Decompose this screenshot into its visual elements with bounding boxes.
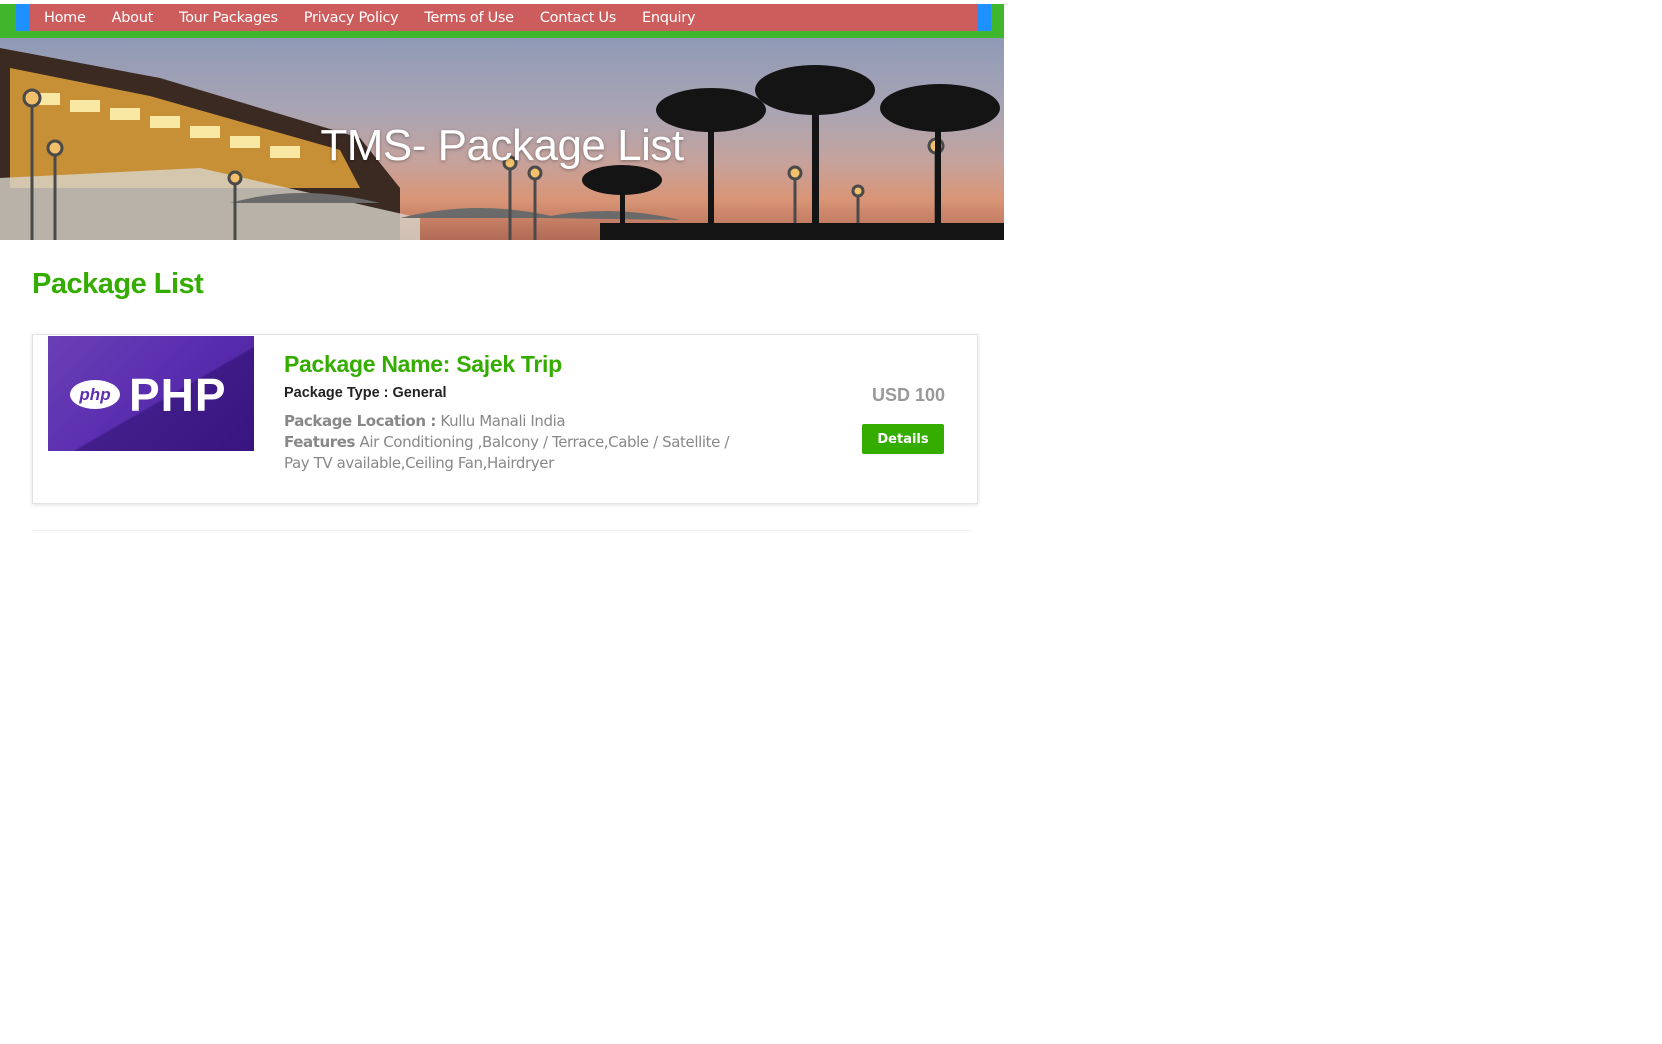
- nav-edge-left: [16, 4, 30, 31]
- details-button[interactable]: Details: [862, 424, 944, 454]
- package-image: php PHP: [48, 336, 254, 451]
- package-features-label: Features: [284, 433, 356, 451]
- package-features: Features Air Conditioning ,Balcony / Ter…: [284, 432, 734, 474]
- nav-enquiry-link[interactable]: Enquiry: [642, 10, 696, 26]
- nav-bar: Home About Tour Packages Privacy Policy …: [16, 4, 991, 31]
- divider: [32, 530, 972, 531]
- nav-home-link[interactable]: Home: [44, 10, 86, 26]
- banner-title: TMS- Package List: [320, 121, 684, 170]
- package-name: Package Name: Sajek Trip: [284, 351, 562, 377]
- package-location: Package Location : Kullu Manali India: [284, 411, 566, 432]
- top-navbar: Home About Tour Packages Privacy Policy …: [0, 4, 1004, 38]
- nav-menu: Home About Tour Packages Privacy Policy …: [44, 9, 721, 27]
- nav-edge-right: [977, 4, 991, 31]
- nav-tour-packages-link[interactable]: Tour Packages: [179, 10, 278, 26]
- page-title: Package List: [32, 268, 204, 300]
- package-type: Package Type : General: [284, 385, 447, 401]
- nav-about-link[interactable]: About: [112, 10, 154, 26]
- nav-contact-us-link[interactable]: Contact Us: [540, 10, 617, 26]
- package-price: USD 100: [871, 385, 945, 405]
- nav-terms-of-use-link[interactable]: Terms of Use: [424, 10, 514, 26]
- package-location-label: Package Location :: [284, 412, 437, 430]
- hero-banner: TMS- Package List: [0, 38, 1004, 240]
- php-logo-badge: php: [70, 380, 120, 409]
- package-location-value: Kullu Manali India: [440, 412, 566, 430]
- php-logo-text: PHP: [129, 369, 227, 421]
- nav-privacy-policy-link[interactable]: Privacy Policy: [304, 10, 399, 26]
- package-card: php PHP Package Name: Sajek Trip Package…: [32, 334, 978, 504]
